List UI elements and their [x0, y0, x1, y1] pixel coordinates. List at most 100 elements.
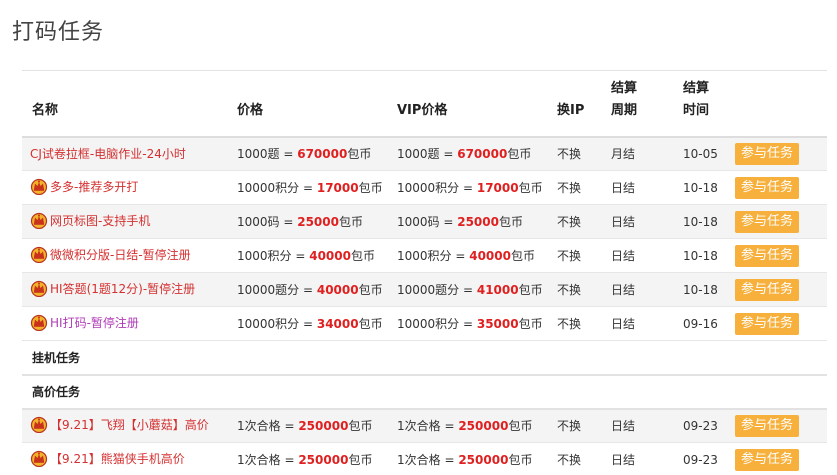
table-body: CJ试卷拉框-电脑作业-24小时 1000题 = 670000包币 1000题 = …: [22, 136, 827, 475]
task-name-link[interactable]: CJ试卷拉框-电脑作业-24小时: [30, 145, 186, 162]
header-change-ip: 换IP: [557, 102, 585, 118]
task-name-cell: 【9.21】熊猫侠手机高价: [22, 443, 237, 475]
settle-cycle-cell: 日结: [611, 249, 636, 263]
vip-price-cell: 1000题 = 670000包币: [397, 137, 557, 171]
action-cell: 参与任务: [735, 307, 827, 341]
price-unit: 包币: [348, 419, 373, 434]
vip-price-prefix: 1000积分 =: [397, 249, 470, 263]
vip-price-prefix: 1次合格 =: [397, 419, 459, 434]
settle-time-cell: 09-23: [683, 452, 718, 467]
change-ip-cell: 不换: [557, 453, 582, 467]
header-row: 名称 价格 VIP价格 换IP 结算 周期 结算 时间: [22, 70, 827, 137]
table-row: HI打码-暂停注册 10000积分 = 34000 包币 10000积分 = 3500…: [22, 306, 827, 341]
table-row: 多多-推荐多开打 10000积分 = 17000包币 10000积分 = 17000…: [22, 170, 827, 205]
header-name: 名称: [32, 102, 59, 118]
action-cell: 参与任务: [735, 171, 827, 205]
task-name-text: HI答题(1题12分)-暂停注册: [50, 281, 196, 296]
join-task-button[interactable]: 参与任务: [735, 210, 800, 233]
change-ip-cell: 不换: [557, 419, 582, 434]
task-name-cell: 网页标图-支持手机: [22, 205, 237, 239]
task-name-text: 【9.21】飞翔【小蘑菇】高价: [50, 417, 209, 432]
settle-time-cell: 10-18: [683, 248, 718, 263]
page-title: 打码任务: [12, 20, 105, 45]
change-ip-cell: 不换: [557, 181, 582, 195]
vip-price-prefix: 10000题分 =: [397, 283, 477, 297]
price-unit: 包币: [338, 215, 363, 229]
vip-price-unit: 包币: [518, 181, 543, 195]
price-cell: 10000题分 = 40000包币: [237, 273, 397, 307]
vip-price-cell: 10000积分 = 35000包币: [397, 307, 557, 341]
price-cell: 1000题 = 670000包币: [237, 137, 397, 171]
task-name-text: 微微积分版-日结-暂停注册: [50, 247, 191, 262]
price-amount: 17000: [316, 181, 359, 195]
task-name-cell: HI答题(1题12分)-暂停注册: [22, 273, 237, 307]
price-prefix: 1次合格 =: [237, 419, 299, 434]
price-prefix: 10000积分 =: [237, 181, 317, 195]
change-ip-cell: 不换: [557, 147, 582, 162]
price-prefix: 10000题分 =: [237, 283, 317, 297]
task-name-link[interactable]: 【9.21】熊猫侠手机高价: [30, 449, 185, 467]
price-prefix: 10000积分 =: [237, 317, 317, 331]
join-task-button[interactable]: 参与任务: [735, 176, 800, 199]
vip-price-prefix: 1次合格 =: [397, 453, 459, 467]
settle-cycle-cell: 日结: [611, 283, 636, 297]
price-unit: 包币: [358, 181, 383, 195]
price-prefix: 1000码 =: [237, 215, 298, 229]
join-task-button[interactable]: 参与任务: [735, 312, 800, 335]
vip-price-amount: 35000: [476, 317, 519, 331]
vip-price-unit: 包币: [518, 317, 543, 331]
task-name-cell: 【9.21】飞翔【小蘑菇】高价: [22, 409, 237, 443]
task-name-link[interactable]: HI打码-暂停注册: [30, 313, 139, 331]
header-price: 价格: [237, 102, 264, 118]
vip-price-amount: 670000: [457, 147, 508, 162]
price-unit: 包币: [350, 249, 375, 263]
join-task-button[interactable]: 参与任务: [735, 244, 800, 267]
vip-price-amount: 41000: [476, 283, 519, 297]
vip-price-unit: 包币: [510, 249, 535, 263]
task-name-link[interactable]: 多多-推荐多开打: [30, 177, 138, 195]
settle-time-cell: 10-18: [683, 282, 718, 297]
table-header: 名称 价格 VIP价格 换IP 结算 周期 结算 时间: [22, 70, 827, 137]
task-name-link[interactable]: 微微积分版-日结-暂停注册: [30, 245, 191, 263]
join-task-button[interactable]: 参与任务: [735, 448, 800, 471]
table-row: 【9.21】熊猫侠手机高价 1次合格 = 250000包币 1次合格 = 25000…: [22, 442, 827, 475]
task-name-text: 网页标图-支持手机: [50, 213, 151, 228]
crown-icon: [30, 314, 48, 331]
join-task-button[interactable]: 参与任务: [735, 414, 800, 437]
crown-icon: [30, 450, 48, 467]
crown-icon: [30, 246, 48, 263]
vip-price-cell: 1000积分 = 40000包币: [397, 239, 557, 273]
task-name-link[interactable]: HI答题(1题12分)-暂停注册: [30, 279, 195, 297]
settle-time-cell: 10-05: [683, 146, 718, 161]
task-table: 名称 价格 VIP价格 换IP 结算 周期 结算 时间 CJ试卷拉框-电脑作业-24…: [22, 70, 827, 475]
task-name-link[interactable]: 【9.21】飞翔【小蘑菇】高价: [30, 415, 209, 434]
join-task-button[interactable]: 参与任务: [735, 278, 800, 301]
vip-price-prefix: 1000题 =: [397, 147, 458, 162]
join-task-button[interactable]: 参与任务: [735, 142, 800, 165]
price-prefix: 1000题 =: [237, 147, 298, 162]
change-ip-cell: 不换: [557, 283, 582, 297]
price-amount: 34000: [316, 317, 359, 331]
vip-price-cell: 10000题分 = 41000包币: [397, 273, 557, 307]
price-prefix: 1次合格 =: [237, 453, 299, 467]
vip-price-amount: 17000: [476, 181, 519, 195]
price-cell: 1次合格 = 250000包币: [237, 443, 397, 475]
settle-time-cell: 09-16: [683, 316, 718, 331]
vip-price-cell: 1000码 = 25000包币: [397, 205, 557, 239]
price-prefix: 1000积分 =: [237, 249, 310, 263]
price-cell: 1000积分 = 40000包币: [237, 239, 397, 273]
crown-icon: [30, 280, 48, 297]
header-settle-cycle: 结算 周期: [611, 71, 683, 137]
vip-price-unit: 包币: [508, 419, 533, 434]
settle-cycle-cell: 日结: [611, 453, 636, 467]
table-row: CJ试卷拉框-电脑作业-24小时 1000题 = 670000包币 1000题 = …: [22, 136, 827, 171]
header-settle-time: 结算 时间: [683, 71, 735, 137]
vip-price-amount: 250000: [458, 419, 509, 434]
task-name-link[interactable]: 网页标图-支持手机: [30, 211, 150, 229]
price-cell: 1次合格 = 250000包币: [237, 409, 397, 443]
task-name-cell: 多多-推荐多开打: [22, 171, 237, 205]
table-row: HI答题(1题12分)-暂停注册 10000题分 = 40000包币 10000题分…: [22, 272, 827, 307]
action-cell: 参与任务: [735, 443, 827, 475]
settle-cycle-cell: 日结: [611, 181, 636, 195]
settle-time-cell: 10-18: [683, 180, 718, 195]
